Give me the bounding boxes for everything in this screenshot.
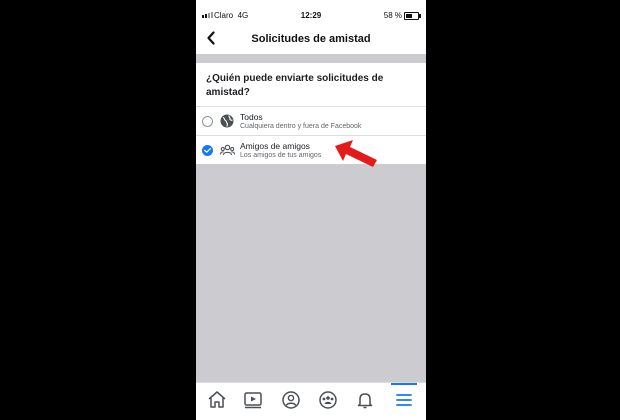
tab-bar (196, 382, 426, 420)
option-title: Amigos de amigos (240, 141, 310, 151)
header: Solicitudes de amistad (196, 30, 426, 52)
divider (196, 106, 426, 107)
option-title: Todos (240, 112, 263, 122)
globe-icon (220, 114, 234, 128)
option-subtitle: Los amigos de tus amigos (240, 152, 322, 159)
option-everyone[interactable]: Todos Cualquiera dentro y fuera de Faceb… (196, 108, 426, 136)
option-subtitle: Cualquiera dentro y fuera de Facebook (240, 123, 362, 130)
radio-checked[interactable] (202, 145, 213, 156)
video-icon[interactable] (242, 389, 264, 411)
active-tab-indicator (391, 383, 417, 385)
option-friends-of-friends[interactable]: Amigos de amigos Los amigos de tus amigo… (196, 137, 426, 165)
section-separator (196, 54, 426, 63)
page-title: Solicitudes de amistad (251, 33, 371, 45)
profile-icon[interactable] (280, 389, 302, 411)
battery-percent: 58 % (383, 11, 402, 20)
battery-icon (404, 12, 421, 20)
menu-icon[interactable] (393, 389, 415, 411)
divider (196, 135, 426, 136)
groups-icon[interactable] (317, 389, 339, 411)
phone-screen: Claro 4G 12:29 58 % Solicitudes de amist… (196, 0, 426, 420)
bell-icon[interactable] (354, 389, 376, 411)
question-heading: ¿Quién puede enviarte solicitudes de ami… (206, 73, 384, 98)
empty-area (196, 164, 426, 382)
status-bar: Claro 4G 12:29 58 % (196, 0, 426, 30)
radio-unchecked[interactable] (202, 116, 213, 127)
annotation-arrow-icon (335, 140, 377, 167)
friends-icon (219, 143, 236, 157)
home-icon[interactable] (206, 389, 228, 411)
